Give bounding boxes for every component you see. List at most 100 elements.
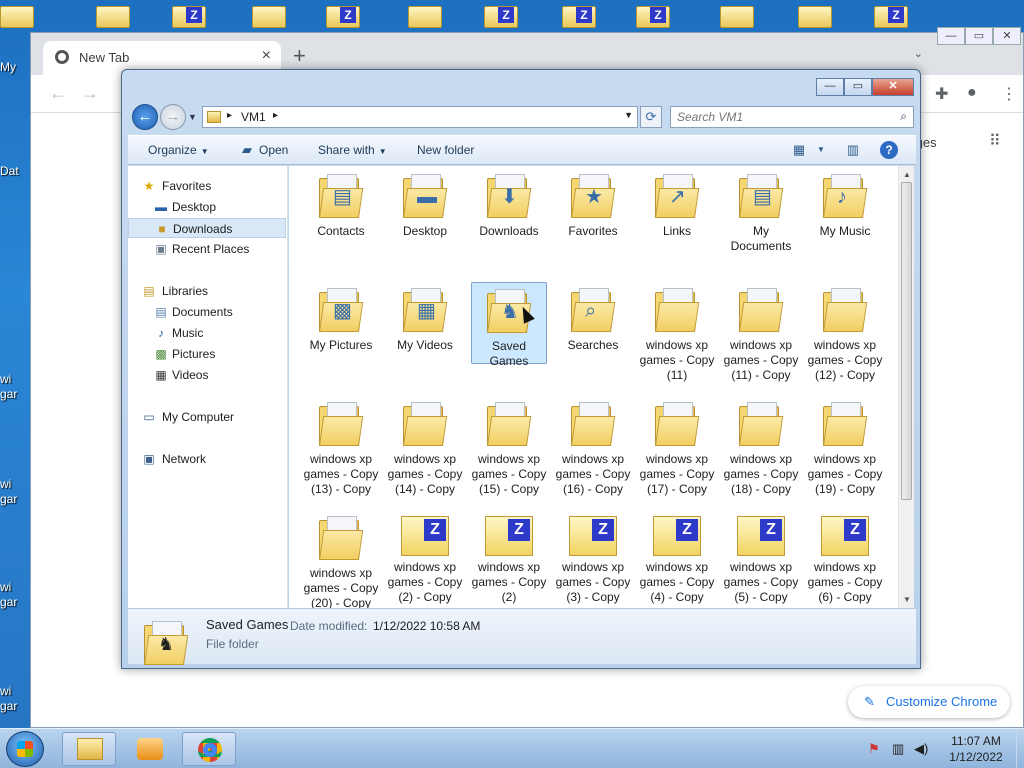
address-bar[interactable]: ▸ VM1 ▸ ▼	[202, 106, 638, 128]
desktop-icon[interactable]	[0, 6, 34, 28]
tab-search-icon[interactable]: ⌄	[914, 47, 923, 60]
desktop-zip-icon[interactable]	[874, 6, 908, 28]
taskbar-chrome[interactable]	[182, 732, 236, 766]
file-item[interactable]: Zwindows xp games - Copy (2) - Copy	[387, 510, 463, 604]
scroll-down-icon[interactable]: ▼	[903, 595, 911, 604]
file-item[interactable]: ▬ Desktop	[387, 168, 463, 252]
nav-libraries[interactable]: ▤ Libraries	[128, 281, 286, 301]
apps-grid-icon[interactable]: ⠿	[989, 131, 1007, 150]
file-item[interactable]: windows xp games - Copy (20) - Copy	[303, 510, 379, 608]
file-item[interactable]: windows xp games - Copy (11) - Copy	[723, 282, 799, 382]
desktop-icon[interactable]	[252, 6, 286, 28]
share-with-button[interactable]: Share with ▼	[318, 143, 387, 157]
clock[interactable]: 11:07 AM 1/12/2022	[936, 733, 1016, 765]
new-folder-button[interactable]: New folder	[417, 143, 474, 157]
file-item[interactable]: ▩ My Pictures	[303, 282, 379, 366]
nav-recent-places[interactable]: ▣ Recent Places	[128, 239, 286, 259]
back-button[interactable]: ←	[132, 104, 158, 130]
taskbar-media-player[interactable]	[122, 732, 176, 766]
nav-pictures[interactable]: ▩ Pictures	[128, 344, 286, 364]
file-item[interactable]: ★ Favorites	[555, 168, 631, 252]
recent-pages-icon[interactable]: ▼	[188, 112, 197, 122]
open-button[interactable]: Open	[259, 143, 288, 157]
file-item[interactable]: windows xp games - Copy (19) - Copy	[807, 396, 883, 496]
search-icon[interactable]: ⌕	[900, 109, 907, 124]
nav-documents[interactable]: ▤ Documents	[128, 302, 286, 322]
breadcrumb-separator-icon[interactable]: ▸	[273, 110, 278, 121]
show-desktop-button[interactable]	[1016, 729, 1024, 768]
desktop-zip-icon[interactable]	[484, 6, 518, 28]
file-item[interactable]: windows xp games - Copy (18) - Copy	[723, 396, 799, 496]
nav-videos[interactable]: ▦ Videos	[128, 365, 286, 385]
file-item[interactable]: Zwindows xp games - Copy (6) - Copy	[807, 510, 883, 604]
desktop-label[interactable]: gar	[0, 387, 17, 401]
desktop-icon[interactable]	[720, 6, 754, 28]
preview-pane-icon[interactable]: ▥	[844, 142, 862, 158]
new-tab-button[interactable]: +	[293, 43, 306, 69]
file-item[interactable]: windows xp games - Copy (14) - Copy	[387, 396, 463, 496]
desktop-icon[interactable]	[798, 6, 832, 28]
desktop-label[interactable]: wi	[0, 684, 11, 698]
chrome-close-button[interactable]: ✕	[993, 27, 1021, 45]
file-item[interactable]: ▦ My Videos	[387, 282, 463, 366]
breadcrumb-separator-icon[interactable]: ▸	[227, 110, 232, 121]
puzzle-icon[interactable]: ✚	[935, 84, 948, 104]
file-item[interactable]: Zwindows xp games - Copy (5) - Copy	[723, 510, 799, 604]
desktop-label[interactable]: wi	[0, 580, 11, 594]
action-center-icon[interactable]: ⚑	[868, 741, 880, 757]
file-item[interactable]: Zwindows xp games - Copy (3) - Copy	[555, 510, 631, 604]
desktop-zip-icon[interactable]	[636, 6, 670, 28]
desktop-icon[interactable]	[408, 6, 442, 28]
start-button[interactable]	[6, 731, 44, 767]
desktop-zip-icon[interactable]	[562, 6, 596, 28]
nav-favorites[interactable]: ★ Favorites	[128, 176, 286, 196]
taskbar-explorer[interactable]	[62, 732, 116, 766]
chrome-forward-icon[interactable]: →	[81, 83, 99, 104]
file-item[interactable]: ⬇ Downloads	[471, 168, 547, 252]
view-options-icon[interactable]: ▦	[790, 142, 808, 158]
desktop-label[interactable]: gar	[0, 492, 17, 506]
file-item[interactable]: windows xp games - Copy (11)	[639, 282, 715, 382]
vertical-scrollbar[interactable]: ▲ ▼	[898, 166, 914, 608]
desktop-icon[interactable]	[96, 6, 130, 28]
organize-button[interactable]: Organize ▼	[148, 143, 209, 157]
nav-music[interactable]: ♪ Music	[128, 323, 286, 343]
file-item[interactable]: ♪ My Music	[807, 168, 883, 252]
refresh-button[interactable]: ⟳	[640, 106, 662, 128]
desktop-label[interactable]: gar	[0, 699, 17, 713]
search-box[interactable]: ⌕	[670, 106, 914, 128]
desktop-zip-icon[interactable]	[172, 6, 206, 28]
explorer-maximize-button[interactable]: ▭	[844, 78, 872, 96]
nav-desktop[interactable]: ▬ Desktop	[128, 197, 286, 217]
chrome-minimize-button[interactable]: —	[937, 27, 965, 45]
file-item[interactable]: Zwindows xp games - Copy (2)	[471, 510, 547, 604]
breadcrumb-vm1[interactable]: VM1	[241, 110, 266, 124]
help-icon[interactable]: ?	[880, 141, 898, 159]
file-item[interactable]: windows xp games - Copy (13) - Copy	[303, 396, 379, 496]
nav-downloads[interactable]: ■ Downloads	[128, 218, 286, 238]
file-item[interactable]: ▤ My Documents	[723, 168, 799, 253]
desktop-label[interactable]: wi	[0, 372, 11, 386]
chevron-down-icon[interactable]: ▼	[812, 145, 830, 161]
nav-my-computer[interactable]: ▭ My Computer	[128, 407, 286, 427]
desktop-label[interactable]: Dat	[0, 164, 19, 178]
scroll-up-icon[interactable]: ▲	[903, 170, 911, 179]
file-item[interactable]: windows xp games - Copy (16) - Copy	[555, 396, 631, 496]
kebab-menu-icon[interactable]: ⋮	[1001, 84, 1017, 104]
chrome-restore-button[interactable]: ▭	[965, 27, 993, 45]
explorer-close-button[interactable]: ✕	[872, 78, 914, 96]
customize-chrome-button[interactable]: ✎ Customize Chrome	[848, 686, 1010, 718]
file-item[interactable]: ♞ Saved Games	[471, 282, 547, 368]
file-item[interactable]: Zwindows xp games - Copy (4) - Copy	[639, 510, 715, 604]
desktop-zip-icon[interactable]	[326, 6, 360, 28]
address-dropdown-icon[interactable]: ▼	[624, 110, 633, 120]
nav-network[interactable]: ▣ Network	[128, 449, 286, 469]
file-item[interactable]: windows xp games - Copy (12) - Copy	[807, 282, 883, 382]
desktop-label[interactable]: gar	[0, 595, 17, 609]
scroll-thumb[interactable]	[901, 182, 912, 500]
file-item[interactable]: windows xp games - Copy (17) - Copy	[639, 396, 715, 496]
chrome-back-icon[interactable]: ←	[49, 83, 67, 104]
file-item[interactable]: ⌕ Searches	[555, 282, 631, 366]
desktop-label[interactable]: wi	[0, 477, 11, 491]
desktop-label[interactable]: My	[0, 60, 16, 74]
